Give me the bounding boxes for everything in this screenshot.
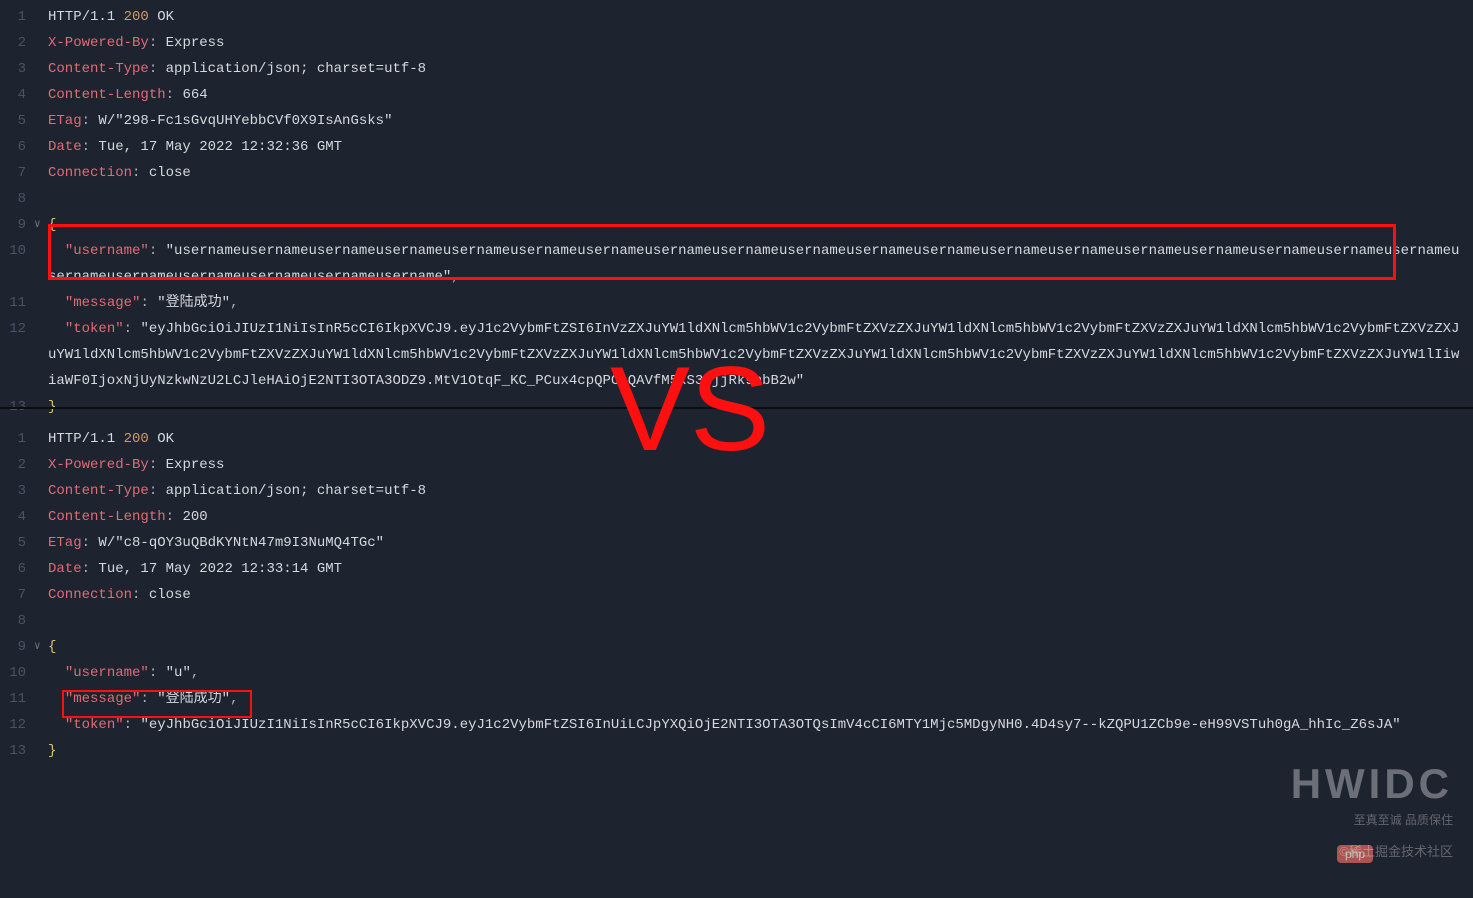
line-number: 11 (0, 290, 34, 316)
watermark-brand: HWIDC (1291, 760, 1453, 808)
code-line[interactable]: "username": "usernameusernameusernameuse… (48, 238, 1473, 290)
watermark-slogan: 至真至诚 品质保住 (1354, 811, 1453, 828)
code-line[interactable]: Content-Type: application/json; charset=… (48, 56, 1473, 82)
code-line[interactable]: "message": "登陆成功", (48, 290, 1473, 316)
line-number: 3 (0, 56, 34, 82)
line-number: 7 (0, 160, 34, 186)
code-line[interactable]: ETag: W/"298-Fc1sGvqUHYebbCVf0X9IsAnGsks… (48, 108, 1473, 134)
code-line[interactable]: Content-Length: 200 (48, 504, 1473, 530)
line-number: 10 (0, 238, 34, 264)
line-number: 8 (0, 186, 34, 212)
line-number: 8 (0, 608, 34, 634)
line-number: 12 (0, 712, 34, 738)
code-line[interactable]: HTTP/1.1 200 OK (48, 4, 1473, 30)
pane-divider (0, 407, 1473, 409)
response-bottom-pane: 1HTTP/1.1 200 OK 2X-Powered-By: Express … (0, 426, 1473, 764)
line-number: 5 (0, 530, 34, 556)
line-number: 9 (0, 634, 34, 660)
code-line[interactable]: { (48, 634, 1473, 660)
response-top-pane: 1HTTP/1.1 200 OK 2X-Powered-By: Express … (0, 0, 1473, 420)
line-number: 1 (0, 4, 34, 30)
line-number: 1 (0, 426, 34, 452)
code-line[interactable]: "username": "u", (48, 660, 1473, 686)
code-line[interactable]: "message": "登陆成功", (48, 686, 1473, 712)
fold-toggle-icon[interactable]: ∨ (34, 212, 48, 238)
code-line[interactable]: Connection: close (48, 160, 1473, 186)
line-number: 2 (0, 452, 34, 478)
fold-toggle-icon[interactable]: ∨ (34, 634, 48, 660)
code-line[interactable]: Date: Tue, 17 May 2022 12:32:36 GMT (48, 134, 1473, 160)
code-line[interactable]: Content-Length: 664 (48, 82, 1473, 108)
watermark-credit: ©稀土掘金技术社区 (1339, 841, 1453, 860)
code-line[interactable]: X-Powered-By: Express (48, 30, 1473, 56)
line-number: 12 (0, 316, 34, 342)
code-line[interactable]: Content-Type: application/json; charset=… (48, 478, 1473, 504)
line-number: 11 (0, 686, 34, 712)
line-number: 6 (0, 556, 34, 582)
watermark-badge: php (1337, 845, 1373, 863)
code-line[interactable]: ETag: W/"c8-qOY3uQBdKYNtN47m9I3NuMQ4TGc" (48, 530, 1473, 556)
line-number: 5 (0, 108, 34, 134)
line-number: 6 (0, 134, 34, 160)
line-number: 3 (0, 478, 34, 504)
code-line[interactable]: } (48, 738, 1473, 764)
code-line[interactable]: HTTP/1.1 200 OK (48, 426, 1473, 452)
code-line[interactable]: "token": "eyJhbGciOiJIUzI1NiIsInR5cCI6Ik… (48, 712, 1473, 738)
line-number: 4 (0, 82, 34, 108)
line-number: 10 (0, 660, 34, 686)
code-line[interactable]: Date: Tue, 17 May 2022 12:33:14 GMT (48, 556, 1473, 582)
code-line[interactable]: X-Powered-By: Express (48, 452, 1473, 478)
code-line[interactable]: { (48, 212, 1473, 238)
line-number: 2 (0, 30, 34, 56)
code-line[interactable]: Connection: close (48, 582, 1473, 608)
line-number: 13 (0, 738, 34, 764)
line-number: 7 (0, 582, 34, 608)
code-line[interactable]: "token": "eyJhbGciOiJIUzI1NiIsInR5cCI6Ik… (48, 316, 1473, 394)
line-number: 9 (0, 212, 34, 238)
line-number: 4 (0, 504, 34, 530)
